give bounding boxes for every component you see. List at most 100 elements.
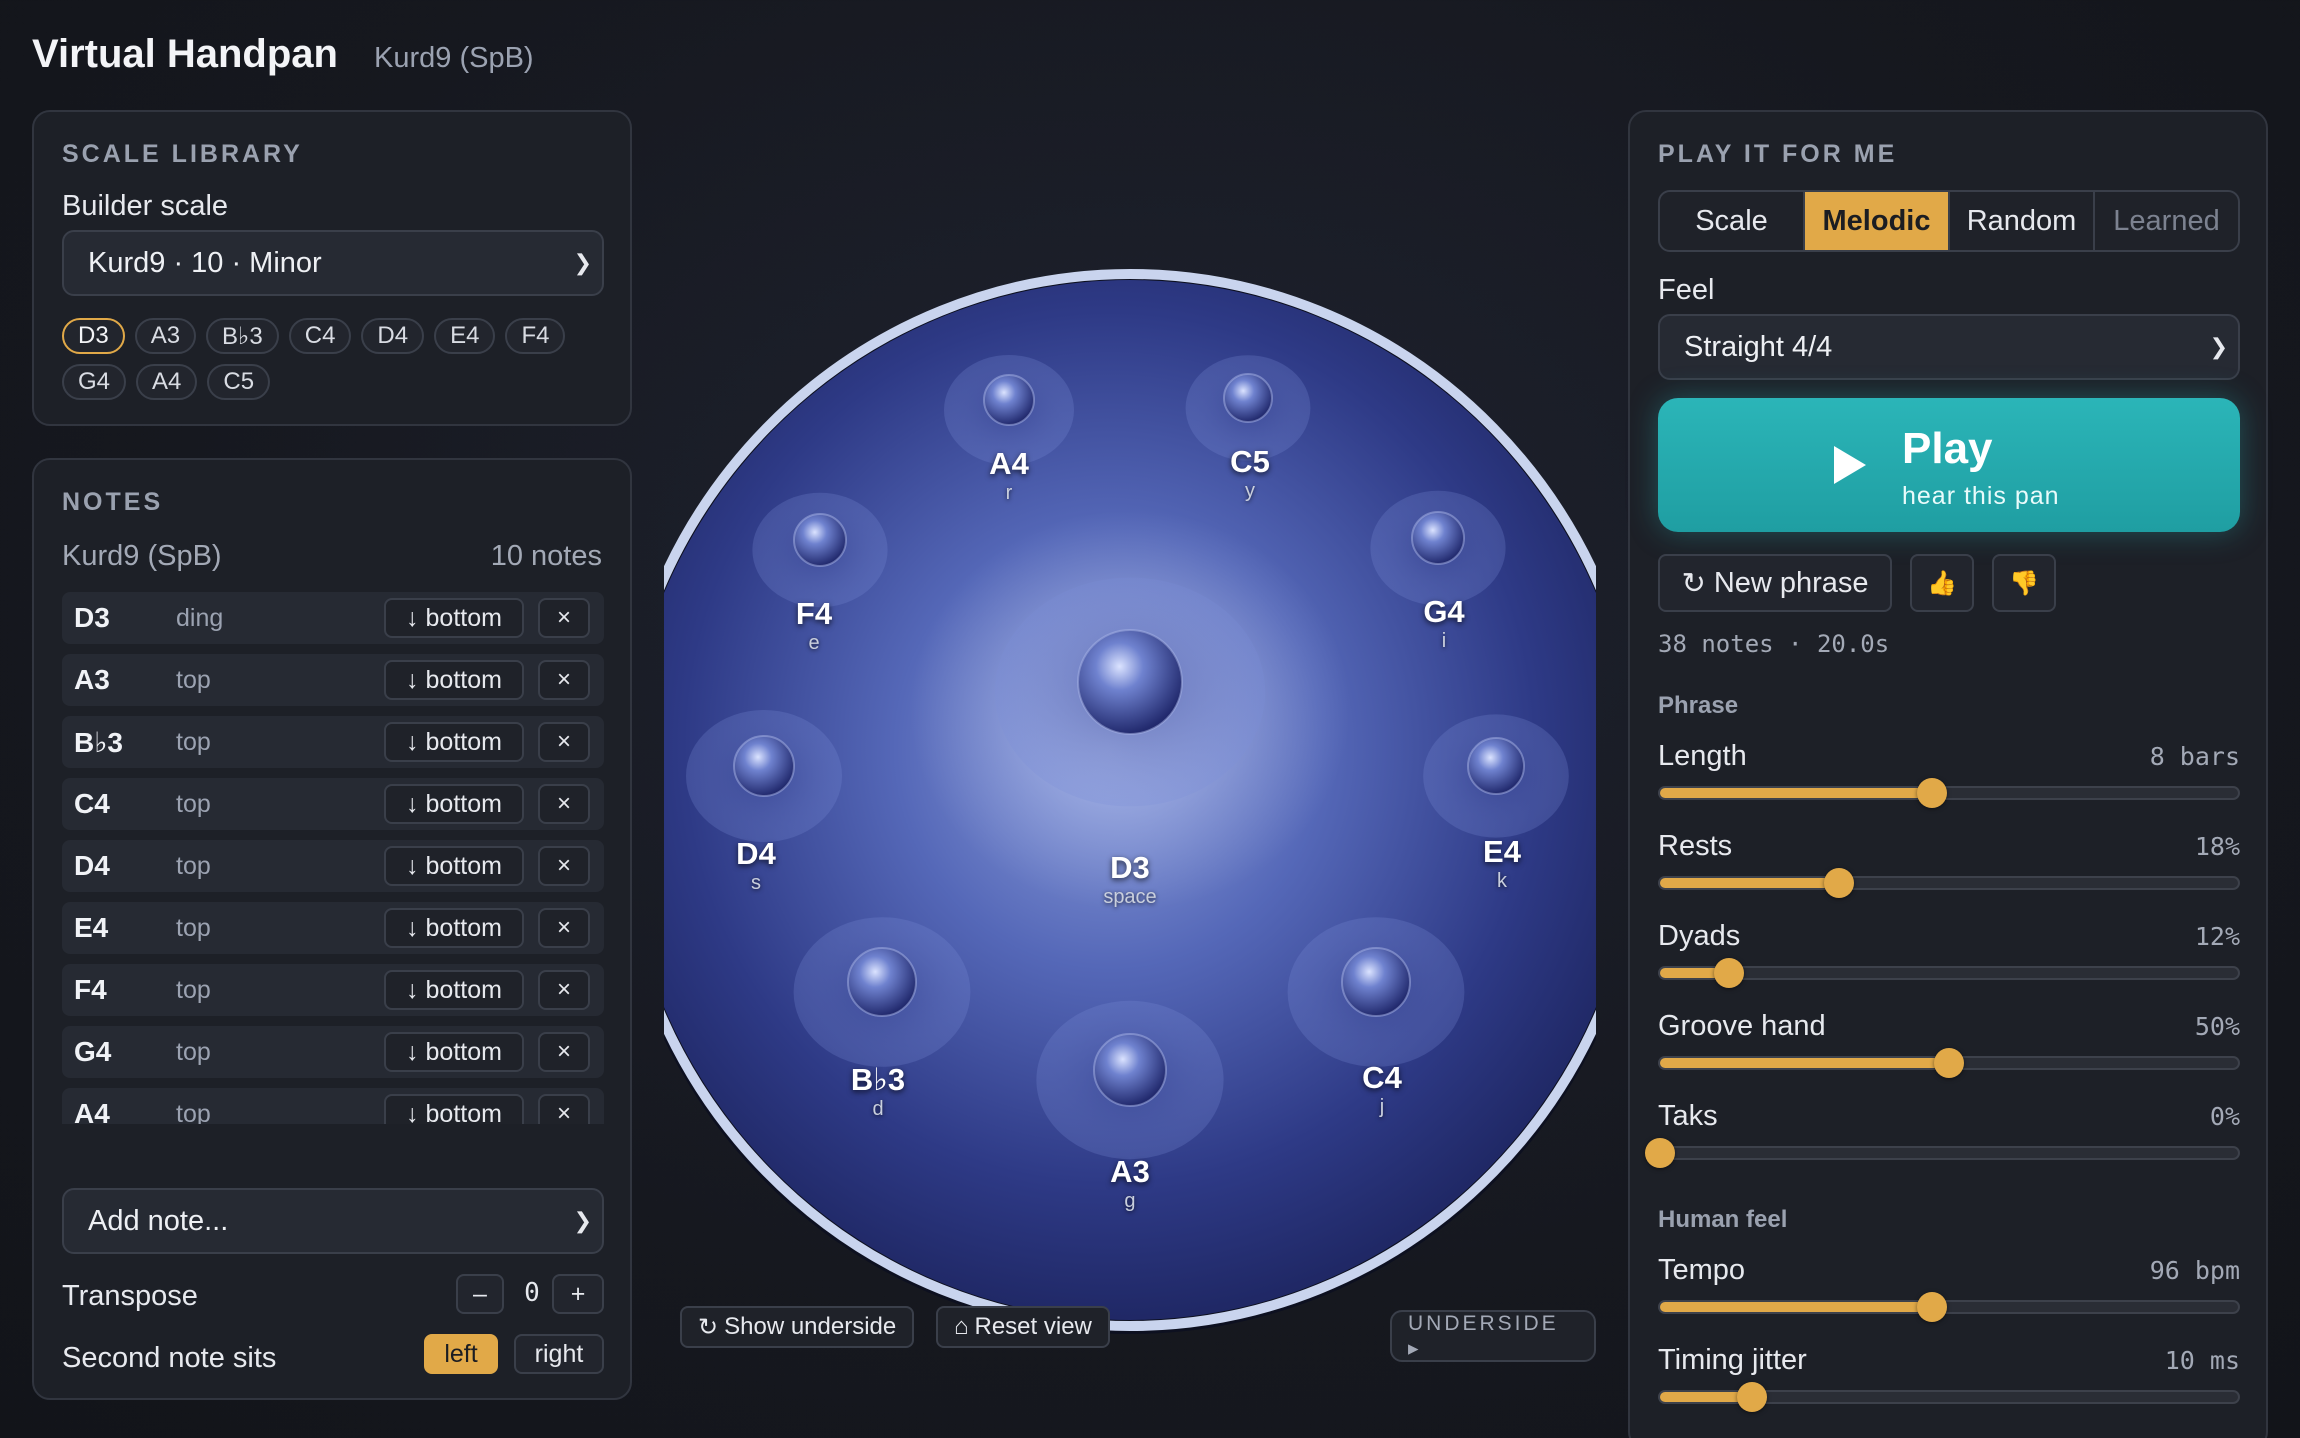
tab-learned[interactable]: Learned [2095, 192, 2238, 250]
slider-track[interactable] [1645, 1138, 2240, 1168]
reset-view-button[interactable]: ⌂ Reset view [936, 1306, 1110, 1348]
slider-value: 12% [2194, 922, 2240, 951]
play-button[interactable]: Play hear this pan [1658, 398, 2240, 532]
tone-dimple-bb3[interactable] [847, 947, 917, 1017]
tone-label-bb3: B♭3 d [851, 1062, 905, 1121]
note-row: E4 top ↓ bottom × [62, 902, 604, 954]
tone-dimple-g4[interactable] [1411, 511, 1465, 565]
move-to-bottom-button[interactable]: ↓ bottom [384, 660, 524, 700]
slider-handle[interactable] [1824, 868, 1855, 898]
slider-tempo: Tempo 96 bpm [1658, 1254, 2240, 1334]
scale-chip-a4[interactable]: A4 [136, 364, 198, 400]
slider-handle[interactable] [1645, 1138, 1675, 1168]
tone-note-name: D3 [1110, 850, 1150, 885]
feel-label: Feel [1658, 274, 1715, 306]
scale-chip-g4[interactable]: G4 [62, 364, 127, 400]
transpose-up-button[interactable]: + [552, 1274, 604, 1314]
move-to-bottom-button[interactable]: ↓ bottom [384, 908, 524, 948]
tone-label-g4: G4 i [1423, 594, 1464, 653]
underside-toggle[interactable]: UNDERSIDE ▸ [1390, 1310, 1596, 1362]
move-to-bottom-button[interactable]: ↓ bottom [384, 722, 524, 762]
slider-track[interactable] [1658, 1048, 2240, 1078]
feel-value: Straight 4/4 [1684, 330, 1833, 363]
remove-note-button[interactable]: × [538, 970, 590, 1010]
remove-note-button[interactable]: × [538, 722, 590, 762]
new-phrase-button[interactable]: ↻ New phrase [1658, 554, 1892, 612]
tone-dimple-c5[interactable] [1223, 373, 1273, 423]
tone-dimple-c4[interactable] [1341, 947, 1411, 1017]
show-underside-button[interactable]: ↻ Show underside [680, 1306, 915, 1348]
move-to-bottom-button[interactable]: ↓ bottom [384, 970, 524, 1010]
chevron-down-icon: ❯ [2209, 334, 2228, 359]
tab-melodic[interactable]: Melodic [1805, 192, 1950, 250]
notes-list[interactable]: D3 ding ↓ bottom × A3 top ↓ bottom × B♭3 top ↓ bot… [62, 592, 604, 1124]
scale-chip-e4[interactable]: E4 [434, 318, 496, 354]
slider-handle[interactable] [1916, 1292, 1947, 1322]
tone-dimple-d3[interactable] [1077, 629, 1183, 735]
tone-dimple-a4[interactable] [983, 374, 1035, 426]
move-to-bottom-button[interactable]: ↓ bottom [384, 846, 524, 886]
move-to-bottom-button[interactable]: ↓ bottom [384, 1032, 524, 1072]
scale-library-title: SCALE LIBRARY [62, 140, 303, 168]
tone-dimple-f4[interactable] [793, 513, 847, 567]
slider-track[interactable] [1658, 1292, 2240, 1322]
move-to-bottom-button[interactable]: ↓ bottom [384, 598, 524, 638]
tone-key-hint: space [1103, 886, 1157, 908]
slider-handle[interactable] [1916, 778, 1947, 808]
move-to-bottom-button[interactable]: ↓ bottom [384, 1094, 524, 1124]
app-title: Virtual Handpan [32, 32, 338, 76]
transpose-label: Transpose [62, 1280, 198, 1312]
tone-dimple-d4[interactable] [733, 735, 795, 797]
second-note-right-button[interactable]: right [514, 1334, 604, 1374]
transpose-down-button[interactable]: – [456, 1274, 504, 1314]
tone-key-hint: i [1441, 630, 1447, 652]
scale-chip-c4[interactable]: C4 [288, 318, 352, 354]
builder-scale-select[interactable]: Kurd9 · 10 · Minor ❯ [62, 230, 604, 296]
remove-note-button[interactable]: × [538, 1032, 590, 1072]
tab-scale[interactable]: Scale [1660, 192, 1805, 250]
slider-track[interactable] [1658, 778, 2240, 808]
remove-note-button[interactable]: × [538, 908, 590, 948]
tone-dimple-a3[interactable] [1093, 1033, 1167, 1107]
add-note-select[interactable]: Add note... ❯ [62, 1188, 604, 1254]
slider-timing-jitter: Timing jitter 10 ms [1658, 1344, 2240, 1424]
remove-note-button[interactable]: × [538, 1094, 590, 1124]
slider-value: 18% [2194, 832, 2240, 861]
tab-random[interactable]: Random [1950, 192, 2095, 250]
remove-note-button[interactable]: × [538, 846, 590, 886]
remove-note-button[interactable]: × [538, 660, 590, 700]
note-position: top [176, 913, 211, 942]
remove-note-button[interactable]: × [538, 784, 590, 824]
remove-note-button[interactable]: × [538, 598, 590, 638]
slider-handle[interactable] [1934, 1048, 1964, 1078]
scale-chip-a3[interactable]: A3 [134, 318, 197, 354]
slider-track[interactable] [1658, 958, 2240, 988]
scale-chip-d3[interactable]: D3 [62, 318, 125, 354]
note-name: D4 [74, 850, 110, 881]
notes-scale-name: Kurd9 (SpB) [62, 540, 222, 572]
tone-note-name: A3 [1110, 1154, 1150, 1189]
thumbs-up-icon[interactable]: 👍 [1910, 554, 1974, 612]
slider-groove-hand: Groove hand 50% [1658, 1010, 2240, 1090]
scale-chip-bb3[interactable]: B♭3 [206, 318, 279, 354]
transpose-value: 0 [524, 1278, 540, 1308]
second-note-label: Second note sits [62, 1342, 277, 1374]
slider-handle[interactable] [1737, 1382, 1768, 1412]
slider-label: Groove hand [1658, 1010, 1826, 1042]
tone-note-name: E4 [1483, 834, 1521, 869]
scale-chip-d4[interactable]: D4 [361, 318, 425, 354]
note-name: E4 [74, 912, 109, 943]
scale-chip-c5[interactable]: C5 [207, 364, 271, 400]
slider-track[interactable] [1658, 868, 2240, 898]
scale-chip-f4[interactable]: F4 [505, 318, 566, 354]
tone-key-hint: d [872, 1098, 884, 1120]
slider-fill [1660, 1302, 1932, 1312]
feel-select[interactable]: Straight 4/4 ❯ [1658, 314, 2240, 380]
tone-dimple-e4[interactable] [1467, 737, 1525, 795]
second-note-left-button[interactable]: left [424, 1334, 498, 1374]
slider-handle[interactable] [1714, 958, 1745, 988]
slider-length: Length 8 bars [1658, 740, 2240, 820]
slider-track[interactable] [1658, 1382, 2240, 1412]
thumbs-down-icon[interactable]: 👎 [1992, 554, 2056, 612]
move-to-bottom-button[interactable]: ↓ bottom [384, 784, 524, 824]
